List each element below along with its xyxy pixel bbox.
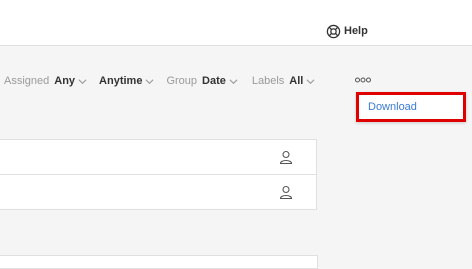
labels-filter-label: Labels: [251, 75, 285, 87]
group-filter-label: Group: [166, 75, 198, 87]
assigned-filter-label: Assigned: [4, 75, 50, 87]
more-menu: Download: [356, 92, 466, 122]
download-menu-item[interactable]: Download: [368, 101, 417, 113]
user-icon: [279, 150, 293, 164]
user-icon: [279, 185, 293, 199]
time-filter-dropdown[interactable]: Anytime: [99, 75, 154, 87]
help-link[interactable]: Help: [326, 22, 368, 40]
top-bar: Help: [0, 0, 472, 46]
chevron-down-icon: [78, 78, 87, 84]
next-card: [0, 255, 318, 269]
list-item[interactable]: [0, 139, 317, 175]
list-item[interactable]: [0, 175, 317, 210]
help-label: Help: [344, 25, 368, 37]
filter-bar: Assigned Any Anytime Group Date Labels A…: [4, 74, 327, 88]
more-dots-icon[interactable]: [355, 76, 371, 84]
assigned-filter-dropdown[interactable]: Any: [54, 75, 87, 87]
chevron-down-icon: [306, 78, 315, 84]
group-filter-dropdown[interactable]: Date: [202, 75, 238, 87]
lifebuoy-icon: [326, 24, 341, 38]
item-list: [0, 139, 317, 210]
assigned-filter-value: Any: [54, 75, 76, 87]
time-filter-value: Anytime: [99, 75, 143, 87]
chevron-down-icon: [229, 78, 238, 84]
group-filter-value: Date: [202, 75, 226, 87]
labels-filter-dropdown[interactable]: All: [289, 75, 315, 87]
chevron-down-icon: [145, 78, 154, 84]
labels-filter-value: All: [289, 75, 304, 87]
